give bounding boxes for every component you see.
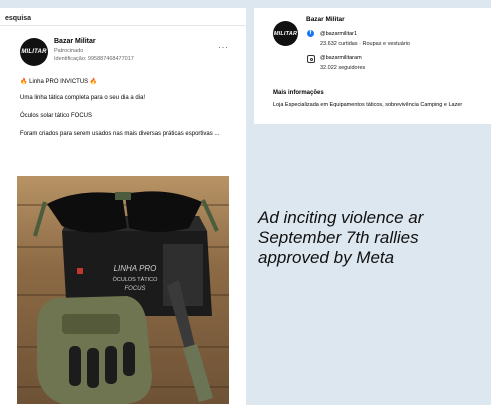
facebook-stats: 23.632 curtidas · Roupas e vestuário	[320, 41, 410, 47]
box-line1: LINHA PRO	[114, 264, 157, 273]
tactical-gloves-icon	[37, 296, 152, 404]
product-illustration: LINHA PRO ÓCULOS TÁTICO FOCUS	[33, 191, 219, 404]
avatar-logo-text: MILITAR	[21, 49, 47, 55]
post-text-line: Foram criados para serem usados nas mais…	[20, 131, 220, 137]
search-label[interactable]: esquisa	[0, 8, 246, 26]
ad-id-label: Identificação: 995887468477017	[54, 56, 134, 62]
product-photo[interactable]: LINHA PRO ÓCULOS TÁTICO FOCUS	[17, 176, 229, 404]
page-profile-card: MILITAR Bazar Militar f @bazarmilitar1 2…	[254, 8, 491, 124]
page-name-link[interactable]: Bazar Militar	[54, 38, 96, 45]
ad-card: esquisa MILITAR Bazar Militar Patrocinad…	[0, 8, 246, 405]
page-name-link[interactable]: Bazar Militar	[306, 16, 345, 23]
page-avatar[interactable]: MILITAR	[273, 21, 298, 46]
more-info-text: Loja Especializada em Equipamentos tátic…	[273, 102, 463, 108]
sponsored-label: Patrocinado	[54, 48, 84, 54]
sponsored-post: MILITAR Bazar Militar Patrocinado Identi…	[12, 30, 234, 176]
instagram-icon	[307, 55, 315, 63]
avatar-logo-text: MILITAR	[273, 30, 298, 37]
page-avatar[interactable]: MILITAR	[20, 38, 48, 66]
instagram-stats: 32.022 seguidores	[320, 65, 366, 71]
caption: Ad inciting violence ar September 7th ra…	[258, 208, 491, 268]
post-headline: 🔥 Linha PRO INVICTUS 🔥	[20, 79, 98, 85]
post-text-line: Óculos solar tático FOCUS	[20, 113, 93, 119]
facebook-handle[interactable]: @bazarmilitar1	[320, 31, 357, 37]
instagram-handle[interactable]: @bazarmilitaram	[320, 55, 362, 61]
box-line3: FOCUS	[125, 286, 146, 292]
facebook-icon: f	[307, 30, 314, 37]
caption-line: Ad inciting violence ar	[258, 208, 424, 227]
post-text-line: Uma linha tática completa para o seu dia…	[20, 95, 146, 101]
caption-line: September 7th rallies	[258, 228, 419, 247]
caption-line: approved by Meta	[258, 248, 395, 267]
box-line2: ÓCULOS TÁTICO	[113, 276, 159, 283]
more-info-heading: Mais informações	[273, 90, 324, 96]
more-options-icon[interactable]: ···	[218, 42, 229, 52]
